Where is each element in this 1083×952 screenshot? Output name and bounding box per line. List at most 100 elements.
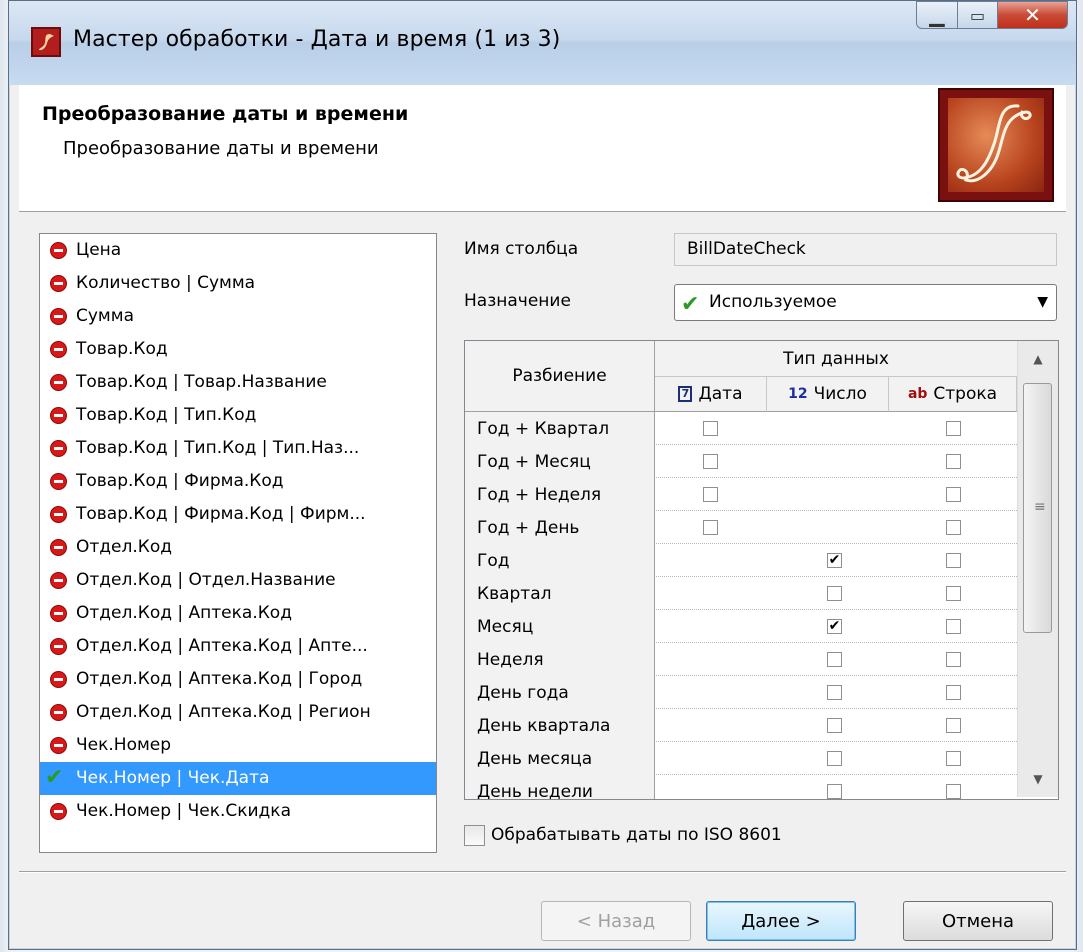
split-checkbox[interactable] [946,718,961,733]
scroll-up-icon[interactable]: ▲ [1018,341,1058,377]
list-item[interactable]: Чек.Номер [40,729,436,762]
split-checkbox[interactable] [946,520,961,535]
maximize-button[interactable]: ▭ [958,1,998,29]
excluded-icon [50,308,67,325]
split-checkbox[interactable] [827,685,842,700]
list-item-label: Чек.Номер | Чек.Дата [76,768,270,788]
columns-list[interactable]: Цена Количество | Сумма Сумма Товар.Код Това… [39,233,437,853]
list-item-label: Цена [76,240,122,260]
wizard-logo [938,88,1054,202]
column-name-field: BillDateCheck [674,233,1057,266]
list-item[interactable]: Товар.Код | Тип.Код | Тип.Наз... [40,432,436,465]
split-checkbox[interactable] [946,751,961,766]
title-bar[interactable]: Мастер обработки - Дата и время (1 из 3)… [9,1,1076,85]
list-item-label: Отдел.Код | Аптека.Код [76,603,292,623]
split-checkbox[interactable] [946,553,961,568]
close-icon: ✕ [1024,3,1041,27]
column-header-string[interactable]: ab Строка [889,377,1017,412]
list-item[interactable]: Отдел.Код | Аптека.Код [40,597,436,630]
list-item-label: Чек.Номер [76,735,172,755]
excluded-icon [50,440,67,457]
list-item[interactable]: Товар.Код | Тип.Код [40,399,436,432]
list-item[interactable]: Цена [40,234,436,267]
list-item[interactable]: Чек.Номер | Чек.Скидка [40,795,436,828]
scroll-thumb[interactable]: ≡ [1023,383,1052,633]
string-icon: ab [907,386,928,402]
excluded-icon [50,704,67,721]
column-header-number[interactable]: 12 Число [767,377,889,412]
list-item-label: Товар.Код [76,339,168,359]
check-icon: ✔ [681,292,700,317]
grip-icon: ≡ [1034,499,1046,515]
row-label: Год + День [465,511,655,544]
app-logo-icon [31,27,61,57]
list-item[interactable]: Товар.Код [40,333,436,366]
split-checkbox[interactable] [946,784,961,799]
list-item-label: Товар.Код | Тип.Код | Тип.Наз... [76,438,360,458]
calendar-icon: 7 [678,386,693,402]
list-item[interactable]: Товар.Код | Товар.Название [40,366,436,399]
dialog-body: Преобразование даты и времени Преобразов… [19,85,1066,945]
table-row: Год + Квартал [465,412,1017,445]
split-checkbox[interactable] [703,421,718,436]
split-checkbox[interactable] [827,751,842,766]
list-item[interactable]: Отдел.Код | Аптека.Код | Город [40,663,436,696]
table-row: Год + Месяц [465,445,1017,478]
table-row: Год + День [465,511,1017,544]
table-row: Год + Неделя [465,478,1017,511]
number-icon: 12 [788,386,808,402]
split-grid[interactable]: Разбиение Тип данных 7 Дата 12 Число ab … [464,340,1059,800]
split-checkbox[interactable] [946,586,961,601]
grid-vertical-scrollbar[interactable]: ▲ ≡ ▼ [1017,341,1058,797]
wizard-window: Мастер обработки - Дата и время (1 из 3)… [8,0,1077,950]
excluded-icon [50,671,67,688]
list-item[interactable]: ✔ Чек.Номер | Чек.Дата [40,762,436,795]
row-label: Неделя [465,643,655,676]
purpose-select-value: Используемое [709,292,837,312]
cancel-button[interactable]: Отмена [903,901,1053,941]
table-row: День квартала [465,709,1017,742]
list-item[interactable]: Отдел.Код | Аптека.Код | Регион [40,696,436,729]
scroll-down-icon[interactable]: ▼ [1018,761,1058,797]
table-row: Год ✔ [465,544,1017,577]
column-header-date[interactable]: 7 Дата [655,377,767,412]
minimize-button[interactable]: ▁ [916,1,958,29]
table-row: День месяца [465,742,1017,775]
split-checkbox[interactable]: ✔ [827,619,842,634]
split-checkbox[interactable] [827,784,842,799]
purpose-select[interactable]: ✔ Используемое ▼ [674,284,1057,321]
list-item[interactable]: Товар.Код | Фирма.Код | Фирм... [40,498,436,531]
purpose-label: Назначение [464,291,571,311]
table-row: Месяц ✔ [465,610,1017,643]
list-item-label: Чек.Номер | Чек.Скидка [76,801,291,821]
list-item[interactable]: Отдел.Код | Отдел.Название [40,564,436,597]
list-item[interactable]: Сумма [40,300,436,333]
list-item[interactable]: Отдел.Код | Аптека.Код | Апте... [40,630,436,663]
list-item[interactable]: Отдел.Код [40,531,436,564]
split-checkbox[interactable] [946,652,961,667]
split-checkbox[interactable] [946,421,961,436]
split-checkbox[interactable] [827,718,842,733]
list-item[interactable]: Товар.Код | Фирма.Код [40,465,436,498]
iso-checkbox[interactable] [464,825,485,846]
split-checkbox[interactable] [827,652,842,667]
back-button[interactable]: < Назад [541,901,691,941]
excluded-icon [50,242,67,259]
split-checkbox[interactable] [703,520,718,535]
chevron-down-icon: ▼ [1037,294,1048,310]
list-item[interactable]: Количество | Сумма [40,267,436,300]
excluded-icon [50,407,67,424]
excluded-icon [50,275,67,292]
split-checkbox[interactable] [703,454,718,469]
excluded-icon [50,803,67,820]
next-button[interactable]: Далее > [706,901,856,941]
split-checkbox[interactable]: ✔ [827,553,842,568]
split-checkbox[interactable] [946,487,961,502]
split-checkbox[interactable] [946,454,961,469]
split-checkbox[interactable] [946,619,961,634]
close-button[interactable]: ✕ [998,1,1068,29]
wizard-header: Преобразование даты и времени Преобразов… [19,85,1066,212]
split-checkbox[interactable] [827,586,842,601]
split-checkbox[interactable] [703,487,718,502]
split-checkbox[interactable] [946,685,961,700]
